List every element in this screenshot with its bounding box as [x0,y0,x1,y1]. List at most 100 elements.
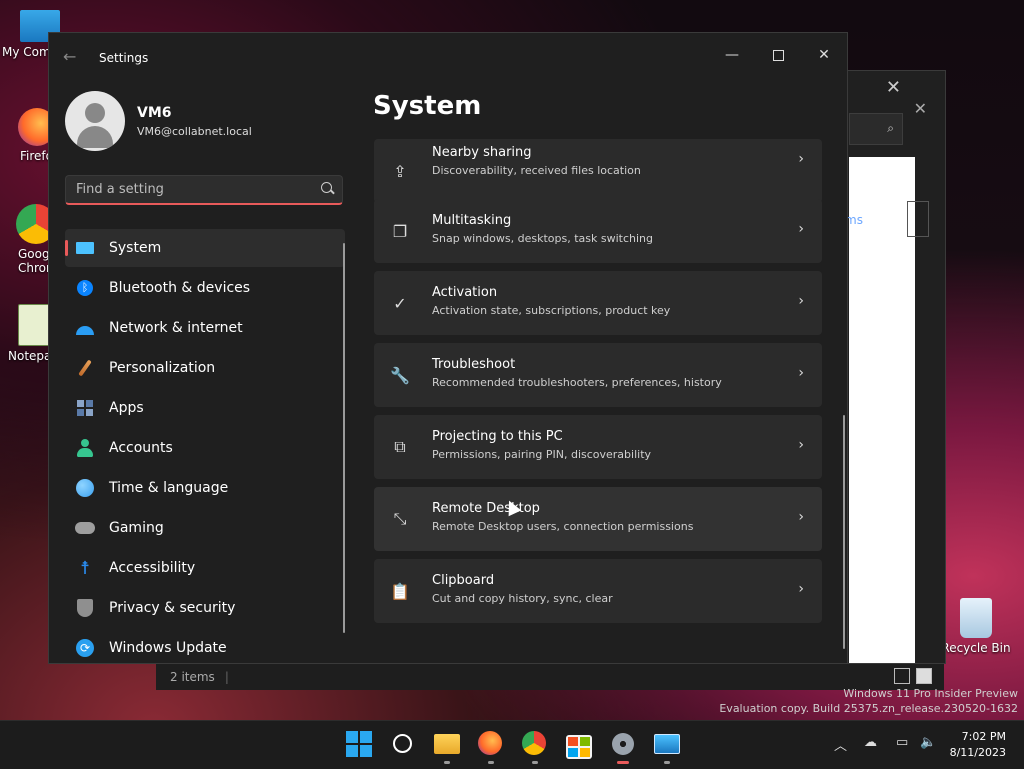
sidebar-nav: System ᛒ Bluetooth & devices Network & i… [65,229,345,663]
clock-date: 8/11/2023 [949,746,1006,759]
card-activation[interactable]: ✓ Activation Activation state, subscript… [374,271,822,335]
minimize-button[interactable]: — [709,39,755,71]
chevron-right-icon: › [798,293,804,309]
sidebar-item-label: Network & internet [109,320,243,336]
clock-time: 7:02 PM [961,730,1006,743]
chevron-right-icon: › [798,509,804,525]
system-clock[interactable]: 7:02 PM 8/11/2023 [950,729,1006,761]
card-nearby-sharing[interactable]: ⇪ Nearby sharing Discoverability, receiv… [374,139,822,203]
sidebar-item-system[interactable]: System [65,229,345,267]
view-toggle[interactable] [894,668,932,684]
avatar[interactable] [65,91,125,151]
taskbar-search-button[interactable] [391,731,417,757]
bluetooth-icon: ᛒ [75,278,95,298]
recycle-bin-icon [960,598,992,638]
profile-name: VM6 [137,105,172,121]
card-title: Nearby sharing [432,145,532,160]
explorer-search-box[interactable]: ⌕ [849,113,903,145]
card-troubleshoot[interactable]: 🔧 Troubleshoot Recommended troubleshoote… [374,343,822,407]
close-icon[interactable]: ✕ [886,77,901,98]
settings-card-list: ⇪ Nearby sharing Discoverability, receiv… [373,139,825,659]
card-title: Clipboard [432,573,495,588]
update-icon: ⟳ [75,638,95,658]
store-icon [566,735,592,759]
gear-icon [612,733,634,755]
back-arrow-icon[interactable]: ← [63,47,76,66]
taskbar-remote-desktop-connection[interactable] [654,731,680,764]
sidebar-item-time-language[interactable]: Time & language [65,469,345,507]
explorer-content [849,157,915,663]
sidebar-item-label: Accounts [109,440,173,456]
sidebar-item-personalization[interactable]: Personalization [65,349,345,387]
gamepad-icon [75,518,95,538]
taskbar-store[interactable] [566,731,592,759]
taskbar-chrome[interactable] [522,731,548,764]
start-button[interactable] [346,731,372,757]
sidebar-item-windows-update[interactable]: ⟳ Windows Update [65,629,345,663]
search-input[interactable] [66,176,326,202]
card-title: Remote Desktop [432,501,540,516]
taskbar-file-explorer[interactable] [434,731,460,764]
chevron-right-icon: › [798,437,804,453]
content-scrollbar[interactable] [843,415,845,649]
watermark-line: Evaluation copy. Build 25375.zn_release.… [719,702,1018,715]
network-icon[interactable]: ▭ [896,735,908,750]
onedrive-cloud-icon[interactable]: ☁ [864,735,877,750]
close-icon[interactable]: ✕ [914,99,927,118]
maximize-button[interactable] [755,39,801,71]
card-clipboard[interactable]: 📋 Clipboard Cut and copy history, sync, … [374,559,822,623]
card-remote-desktop[interactable]: ⤡ Remote Desktop Remote Desktop users, c… [374,487,822,551]
chevron-right-icon: › [798,151,804,167]
taskbar-firefox[interactable] [478,731,504,764]
sidebar-item-gaming[interactable]: Gaming [65,509,345,547]
card-subtitle: Cut and copy history, sync, clear [432,592,613,605]
settings-search[interactable] [65,175,343,205]
running-indicator [488,761,494,764]
close-button[interactable]: ✕ [801,39,847,71]
show-hidden-icons-chevron-up-icon[interactable]: ︿ [834,735,847,754]
clipboard-icon: 📋 [390,581,410,601]
firefox-icon [478,731,502,755]
share-icon: ⇪ [393,161,407,181]
sidebar-item-label: Apps [109,400,144,416]
sidebar-item-accounts[interactable]: Accounts [65,429,345,467]
title-bar[interactable]: ← Settings — ✕ [49,33,847,81]
sidebar-item-network[interactable]: Network & internet [65,309,345,347]
sidebar-scrollbar[interactable] [343,243,345,633]
card-title: Projecting to this PC [432,429,563,444]
chevron-right-icon: › [798,365,804,381]
sidebar-item-privacy[interactable]: Privacy & security [65,589,345,627]
card-title: Multitasking [432,213,512,228]
sidebar-item-label: System [109,240,162,256]
explorer-panel-edge [907,201,929,237]
sidebar-item-label: Time & language [109,480,229,496]
volume-icon[interactable]: 🔈 [920,735,936,750]
running-indicator [532,761,538,764]
folder-icon [434,734,460,754]
sidebar-item-label: Bluetooth & devices [109,280,251,296]
card-projecting[interactable]: ⧉ Projecting to this PC Permissions, pai… [374,415,822,479]
page-title: System [373,91,482,121]
wrench-icon: 🔧 [390,365,410,385]
details-view-icon[interactable] [894,668,910,684]
sidebar-item-label: Personalization [109,360,216,376]
desktop-icon-label: Recycle Bin [941,641,1011,655]
remote-desktop-icon: ⤡ [393,509,407,528]
sidebar-item-apps[interactable]: Apps [65,389,345,427]
sidebar-item-label: Privacy & security [109,600,236,616]
desktop-icon-recycle-bin[interactable]: Recycle Bin [938,598,1014,655]
card-multitasking[interactable]: ❐ Multitasking Snap windows, desktops, t… [374,199,822,263]
profile-email: VM6@collabnet.local [137,125,252,138]
sidebar-item-bluetooth[interactable]: ᛒ Bluetooth & devices [65,269,345,307]
avatar-body [77,126,113,148]
shield-icon [75,598,95,618]
sidebar-item-accessibility[interactable]: ☨ Accessibility [65,549,345,587]
settings-window: ← Settings — ✕ VM6 VM6@collabnet.local S… [48,32,848,664]
sidebar-item-label: Windows Update [109,640,227,656]
taskbar-settings[interactable] [601,725,645,765]
running-indicator [664,761,670,764]
taskbar: ︿ ☁ ▭ 🔈 7:02 PM 8/11/2023 [0,720,1024,769]
card-subtitle: Recommended troubleshooters, preferences… [432,376,722,389]
tiles-view-icon[interactable] [916,668,932,684]
multitasking-icon: ❐ [392,221,408,241]
